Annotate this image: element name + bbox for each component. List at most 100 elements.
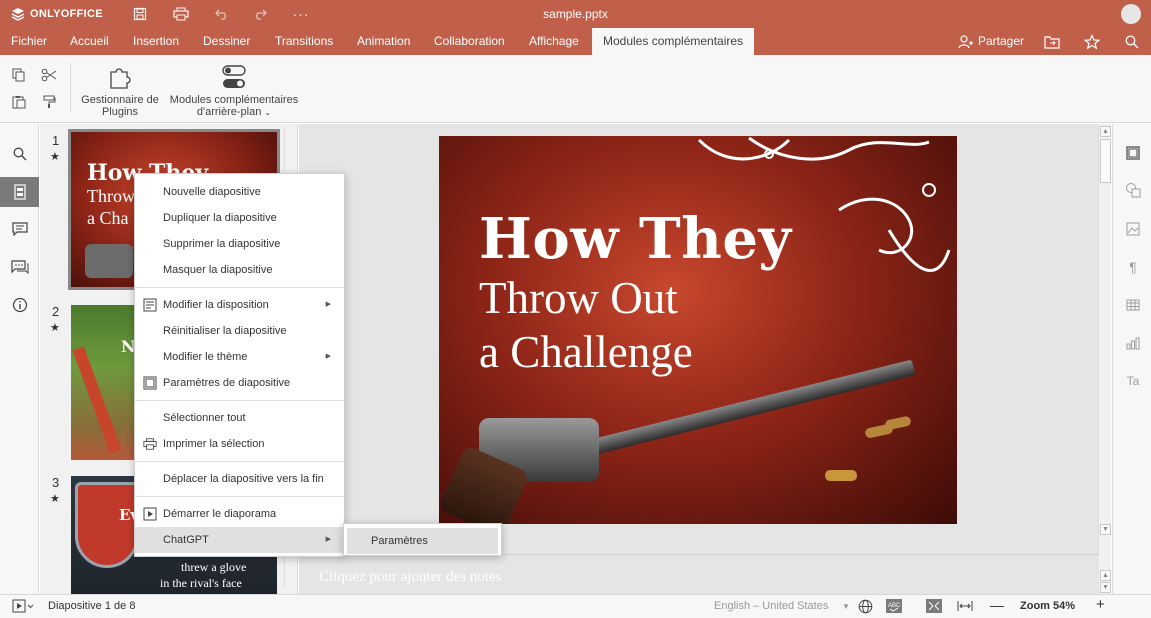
copy-icon[interactable] <box>9 65 29 85</box>
toolbar-separator <box>70 63 71 113</box>
fit-width-icon[interactable] <box>957 599 973 616</box>
tab-draw[interactable]: Dessiner <box>192 28 261 55</box>
globe-icon[interactable] <box>858 599 873 617</box>
menu-item-start-slideshow[interactable]: Démarrer le diaporama <box>135 501 344 527</box>
scroll-down-icon[interactable]: ▼ <box>1100 524 1111 535</box>
slide-editor: How They Throw Out a Challenge <box>299 124 1099 554</box>
revolver-grip-image <box>85 244 133 278</box>
shape-settings-icon[interactable] <box>1123 180 1143 200</box>
spellcheck-icon[interactable]: ABC <box>885 598 903 617</box>
menu-item-new-slide[interactable]: Nouvelle diapositive <box>135 179 344 205</box>
slideshow-play-icon[interactable] <box>12 599 34 616</box>
menu-item-print-selection[interactable]: Imprimer la sélection <box>135 431 344 457</box>
notes-placeholder: Cliquez pour ajouter des notes <box>319 569 502 585</box>
slides-panel-button[interactable] <box>0 177 39 207</box>
cut-icon[interactable] <box>39 65 59 85</box>
chart-settings-icon[interactable] <box>1123 333 1143 353</box>
tab-animation[interactable]: Animation <box>346 28 421 55</box>
comments-button[interactable] <box>0 214 39 244</box>
menu-item-label: Paramètres de diapositive <box>163 377 291 389</box>
slide-subtitle-line-2[interactable]: a Challenge <box>479 326 693 378</box>
shield-image <box>75 482 139 568</box>
background-plugins-button[interactable]: Modules complémentaires d'arrière-plan ⌄ <box>168 63 300 119</box>
menu-item-delete-slide[interactable]: Supprimer la diapositive <box>135 231 344 257</box>
chat-icon <box>10 260 28 274</box>
info-icon <box>12 297 27 313</box>
puzzle-icon <box>110 68 131 89</box>
format-painter-icon[interactable] <box>39 92 59 112</box>
menu-item-settings[interactable]: Paramètres <box>347 528 498 554</box>
user-avatar[interactable] <box>1121 4 1141 24</box>
about-button[interactable] <box>0 290 39 320</box>
search-icon <box>13 147 26 161</box>
menu-item-label: Modifier le thème <box>163 351 248 363</box>
menu-separator <box>135 461 344 462</box>
menu-item-label: Imprimer la sélection <box>163 438 265 450</box>
text-art-settings-icon[interactable]: Ta <box>1123 371 1143 391</box>
slide-subtitle-line-1[interactable]: Throw Out <box>479 272 678 324</box>
favorite-star-icon[interactable] <box>1082 32 1102 52</box>
menu-item-duplicate-slide[interactable]: Dupliquer la diapositive <box>135 205 344 231</box>
slides-icon <box>13 184 26 200</box>
slide-title[interactable]: How They <box>479 206 792 272</box>
menu-separator <box>135 496 344 497</box>
axe-image <box>72 346 122 454</box>
menu-item-change-theme[interactable]: Modifier le thème ▶ <box>135 344 344 370</box>
slide-canvas[interactable]: How They Throw Out a Challenge <box>439 136 957 524</box>
scroll-down-icon[interactable]: ▼ <box>1100 582 1111 593</box>
fit-slide-icon[interactable] <box>925 598 943 617</box>
tab-plugins[interactable]: Modules complémentaires <box>592 28 755 55</box>
scroll-up-icon[interactable]: ▲ <box>1100 570 1111 581</box>
zoom-out-icon[interactable]: — <box>990 597 1004 613</box>
tab-home[interactable]: Accueil <box>59 28 120 55</box>
layout-icon <box>143 298 157 312</box>
context-menu: Nouvelle diapositive Dupliquer la diapos… <box>134 173 345 557</box>
animation-star-icon: ★ <box>50 151 60 163</box>
chatgpt-submenu: Paramètres <box>343 523 502 556</box>
tab-collaboration[interactable]: Collaboration <box>423 28 516 55</box>
paste-icon[interactable] <box>9 92 29 112</box>
tab-file[interactable]: Fichier <box>0 28 58 55</box>
chevron-down-icon: ▼ <box>842 602 850 611</box>
bullet-image <box>884 415 912 431</box>
notes-area[interactable]: Cliquez pour ajouter des notes <box>299 554 1099 594</box>
search-icon[interactable] <box>1122 32 1142 52</box>
menu-item-chatgpt[interactable]: ChatGPT ▶ <box>135 527 344 553</box>
zoom-in-icon[interactable]: + <box>1096 596 1105 613</box>
menu-bar: Fichier Accueil Insertion Dessiner Trans… <box>0 28 1151 55</box>
share-button[interactable]: Partager <box>958 28 1024 55</box>
title-bar: ONLYOFFICE ··· sample.pptx <box>0 0 1151 28</box>
thumbnail-caption: threw a glove <box>181 560 247 574</box>
scroll-thumb[interactable] <box>1100 139 1111 183</box>
plugins-manager-button[interactable]: Gestionnaire de Plugins <box>80 63 160 118</box>
chat-button[interactable] <box>0 252 39 282</box>
editor-scrollbar[interactable]: ▲ ▼ ▲ ▼ <box>1098 124 1111 594</box>
tab-insert[interactable]: Insertion <box>122 28 190 55</box>
document-title: sample.pptx <box>543 7 608 21</box>
play-icon <box>143 507 157 521</box>
find-button[interactable] <box>0 139 39 169</box>
thumbnail-subtitle: Throw <box>87 186 135 206</box>
menu-item-hide-slide[interactable]: Masquer la diapositive <box>135 257 344 283</box>
tab-view[interactable]: Affichage <box>518 28 590 55</box>
slide-number: 3 <box>52 475 60 490</box>
slide-settings-icon[interactable] <box>1123 143 1143 163</box>
print-icon <box>143 437 157 451</box>
language-selector[interactable]: English – United States <box>714 600 828 612</box>
paragraph-settings-icon[interactable]: ¶ <box>1123 257 1143 277</box>
menu-item-label: Modifier la disposition <box>163 299 269 311</box>
menu-item-change-layout[interactable]: Modifier la disposition ▶ <box>135 292 344 318</box>
scroll-up-icon[interactable]: ▲ <box>1100 126 1111 137</box>
tab-transitions[interactable]: Transitions <box>264 28 344 55</box>
open-location-icon[interactable] <box>1042 32 1062 52</box>
thumbnail-subtitle: a Cha <box>87 208 129 228</box>
status-bar: Diapositive 1 de 8 English – United Stat… <box>0 594 1151 618</box>
animation-star-icon: ★ <box>50 493 60 505</box>
menu-item-slide-settings[interactable]: Paramètres de diapositive <box>135 370 344 396</box>
menu-item-move-slide-to-end[interactable]: Déplacer la diapositive vers la fin <box>135 466 344 492</box>
table-settings-icon[interactable] <box>1123 295 1143 315</box>
menu-item-reset-slide[interactable]: Réinitialiser la diapositive <box>135 318 344 344</box>
menu-item-select-all[interactable]: Sélectionner tout <box>135 405 344 431</box>
slide-number: 2 <box>52 304 60 319</box>
image-settings-icon[interactable] <box>1123 219 1143 239</box>
